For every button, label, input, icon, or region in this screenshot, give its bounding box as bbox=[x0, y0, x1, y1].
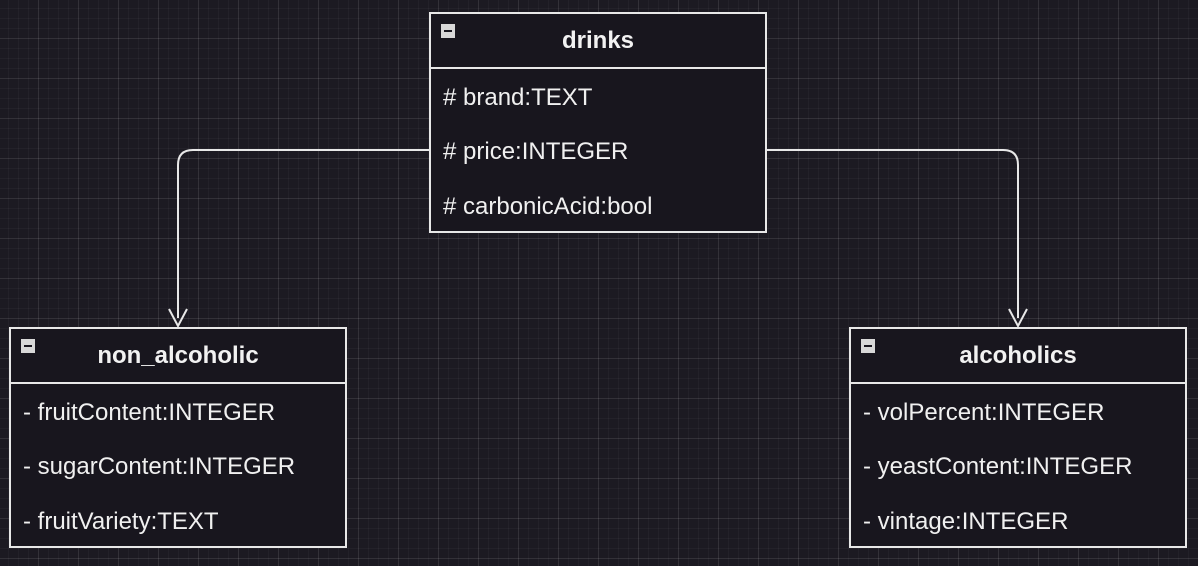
attribute-row[interactable]: - fruitVariety:TEXT bbox=[11, 495, 345, 550]
collapse-icon[interactable] bbox=[21, 339, 35, 353]
class-non-alcoholic-header[interactable]: non_alcoholic bbox=[11, 329, 345, 384]
attribute-row[interactable]: # carbonicAcid:bool bbox=[431, 180, 765, 235]
collapse-icon[interactable] bbox=[441, 24, 455, 38]
attribute-row[interactable]: - sugarContent:INTEGER bbox=[11, 440, 345, 495]
class-non-alcoholic[interactable]: non_alcoholic - fruitContent:INTEGER - s… bbox=[9, 327, 347, 548]
attribute-row[interactable]: - fruitContent:INTEGER bbox=[11, 384, 345, 440]
class-alcoholics-title: alcoholics bbox=[959, 341, 1077, 369]
class-drinks[interactable]: drinks # brand:TEXT # price:INTEGER # ca… bbox=[429, 12, 767, 233]
connector-drinks-to-non-alcoholic[interactable] bbox=[177, 149, 430, 318]
diagram-canvas[interactable]: drinks # brand:TEXT # price:INTEGER # ca… bbox=[0, 0, 1198, 566]
attribute-row[interactable]: - yeastContent:INTEGER bbox=[851, 440, 1185, 495]
class-drinks-attributes: # brand:TEXT # price:INTEGER # carbonicA… bbox=[431, 69, 765, 234]
attribute-row[interactable]: # brand:TEXT bbox=[431, 69, 765, 125]
class-alcoholics-header[interactable]: alcoholics bbox=[851, 329, 1185, 384]
class-alcoholics-attributes: - volPercent:INTEGER - yeastContent:INTE… bbox=[851, 384, 1185, 549]
collapse-icon[interactable] bbox=[861, 339, 875, 353]
class-non-alcoholic-title: non_alcoholic bbox=[97, 341, 259, 369]
class-alcoholics[interactable]: alcoholics - volPercent:INTEGER - yeastC… bbox=[849, 327, 1187, 548]
attribute-row[interactable]: # price:INTEGER bbox=[431, 125, 765, 180]
class-non-alcoholic-attributes: - fruitContent:INTEGER - sugarContent:IN… bbox=[11, 384, 345, 549]
class-drinks-header[interactable]: drinks bbox=[431, 14, 765, 69]
class-drinks-title: drinks bbox=[561, 26, 635, 54]
connector-drinks-to-alcoholics[interactable] bbox=[766, 149, 1019, 318]
attribute-row[interactable]: - volPercent:INTEGER bbox=[851, 384, 1185, 440]
attribute-row[interactable]: - vintage:INTEGER bbox=[851, 495, 1185, 550]
